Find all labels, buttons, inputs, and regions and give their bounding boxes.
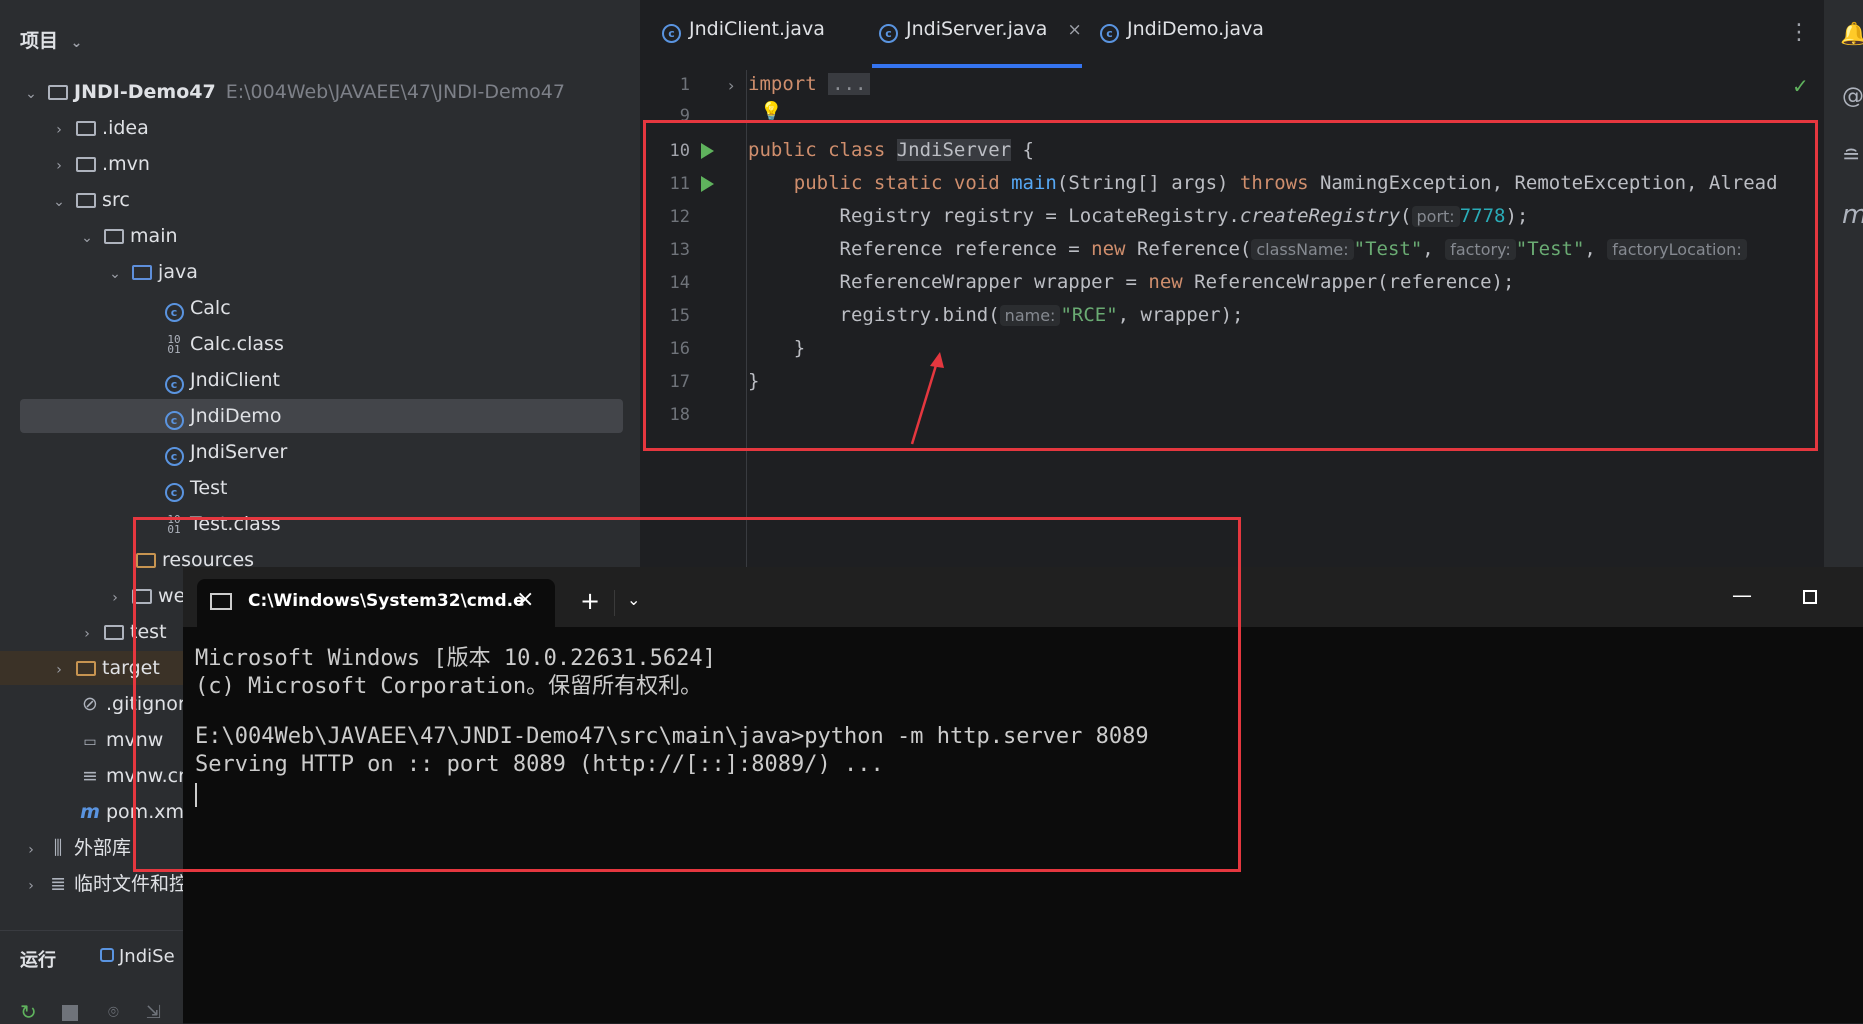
tree-item-test[interactable]: c Test bbox=[162, 471, 227, 505]
tab-jndiclient[interactable]: c JndiClient.java bbox=[662, 18, 825, 43]
close-icon[interactable]: × bbox=[1067, 20, 1081, 40]
tree-item-scratches[interactable]: › ≣ 临时文件和控 bbox=[22, 867, 188, 901]
class-icon: c bbox=[162, 363, 186, 397]
tree-item-main[interactable]: ⌄ main bbox=[78, 219, 177, 253]
tree-item-mvn[interactable]: › .mvn bbox=[50, 147, 150, 181]
library-icon: ⫼ bbox=[53, 837, 63, 859]
ignore-file-icon: ⊘ bbox=[82, 693, 98, 715]
chevron-right-icon: › bbox=[84, 626, 90, 642]
tree-item-jndiserver[interactable]: c JndiServer bbox=[162, 435, 287, 469]
tree-item-calc-class[interactable]: 10 01 Calc.class bbox=[162, 327, 283, 361]
minimize-icon[interactable]: — bbox=[1732, 583, 1752, 607]
camera-icon[interactable]: ⌾ bbox=[108, 1002, 119, 1023]
folder-icon bbox=[74, 651, 98, 685]
chevron-down-icon: ⌄ bbox=[81, 230, 93, 246]
tree-item-project-root[interactable]: ⌄ JNDI-Demo47 E:\004Web\JAVAEE\47\JNDI-De… bbox=[22, 75, 622, 109]
runnable-class-icon: c bbox=[1100, 24, 1119, 43]
lightbulb-icon[interactable]: 💡 bbox=[760, 101, 782, 122]
tab-jndidemo[interactable]: c JndiDemo.java bbox=[1100, 18, 1264, 43]
code-line-1: import ... bbox=[748, 73, 871, 95]
line-number: 1 bbox=[679, 75, 690, 95]
tree-item-external-libraries[interactable]: › ⫼ 外部库 bbox=[22, 831, 131, 865]
database-icon[interactable]: ≘ bbox=[1842, 144, 1860, 169]
maven-icon[interactable]: m bbox=[1842, 200, 1863, 230]
line-number: 9 bbox=[679, 106, 690, 120]
notifications-icon[interactable]: 🔔 bbox=[1840, 22, 1863, 47]
chevron-right-icon: › bbox=[112, 590, 118, 606]
class-icon: c bbox=[162, 291, 186, 325]
checkmark-icon: ✓ bbox=[1792, 74, 1809, 98]
folder-icon bbox=[130, 255, 154, 289]
fold-chevron-icon[interactable]: › bbox=[728, 76, 734, 95]
folder-icon bbox=[74, 183, 98, 217]
class-icon: c bbox=[162, 471, 186, 505]
ai-assistant-icon[interactable]: @ bbox=[1842, 84, 1863, 109]
tree-item-src[interactable]: ⌄ src bbox=[50, 183, 130, 217]
class-icon: c bbox=[879, 24, 898, 43]
chevron-right-icon: › bbox=[56, 662, 62, 678]
annotation-box-cmd bbox=[133, 517, 1241, 872]
chevron-down-icon: ⌄ bbox=[70, 35, 83, 51]
maximize-icon[interactable] bbox=[1803, 590, 1817, 604]
chevron-down-icon: ⌄ bbox=[53, 194, 65, 210]
tree-item-java[interactable]: ⌄ java bbox=[106, 255, 198, 289]
rerun-icon[interactable]: ↻ bbox=[20, 1000, 37, 1024]
folder-icon bbox=[74, 147, 98, 181]
chevron-down-icon: ⌄ bbox=[25, 86, 37, 102]
stop-icon[interactable] bbox=[62, 1005, 78, 1021]
class-icon bbox=[100, 948, 114, 962]
project-panel-header[interactable]: 项目 ⌄ bbox=[20, 26, 82, 53]
exit-icon[interactable]: ⇲ bbox=[146, 1002, 161, 1023]
active-tab-indicator bbox=[872, 64, 1082, 68]
runnable-class-icon: c bbox=[162, 399, 186, 433]
tree-item-idea[interactable]: › .idea bbox=[50, 111, 149, 145]
binary-file-icon: 10 01 bbox=[167, 332, 181, 356]
tab-jndiserver[interactable]: c JndiServer.java × bbox=[879, 18, 1082, 43]
chevron-down-icon: ⌄ bbox=[109, 266, 121, 282]
annotation-arrow bbox=[910, 352, 944, 445]
maven-icon: m bbox=[80, 801, 100, 823]
annotation-box-code bbox=[643, 120, 1818, 451]
folder-icon bbox=[46, 75, 70, 109]
chevron-right-icon: › bbox=[28, 842, 34, 858]
folder-icon bbox=[74, 111, 98, 145]
more-options-icon[interactable]: ⋮ bbox=[1788, 20, 1810, 45]
runnable-class-icon: c bbox=[162, 435, 186, 469]
class-icon: c bbox=[662, 24, 681, 43]
scratches-icon: ≣ bbox=[50, 873, 66, 895]
tree-item-jndidemo[interactable]: c JndiDemo bbox=[20, 399, 623, 433]
chevron-right-icon: › bbox=[56, 122, 62, 138]
text-file-icon: ≡ bbox=[82, 765, 98, 787]
chevron-right-icon: › bbox=[28, 878, 34, 894]
run-panel-title: 运行 bbox=[20, 950, 56, 971]
tree-item-calc[interactable]: c Calc bbox=[162, 291, 231, 325]
run-config-tab[interactable]: JndiSe bbox=[100, 946, 183, 967]
folder-icon bbox=[102, 615, 126, 649]
folder-icon bbox=[102, 219, 126, 253]
tree-item-jndiclient[interactable]: c JndiClient bbox=[162, 363, 280, 397]
terminal-file-icon: ▭ bbox=[83, 734, 97, 750]
chevron-right-icon: › bbox=[56, 158, 62, 174]
